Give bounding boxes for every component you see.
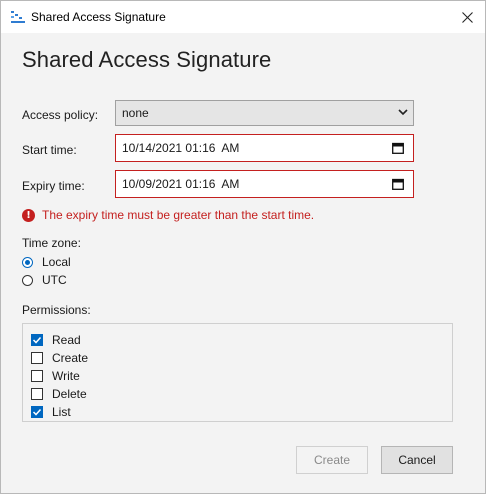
permission-label: Read <box>52 333 81 347</box>
checkmark-icon <box>32 408 42 416</box>
chevron-down-icon <box>398 109 408 116</box>
dialog-window: Shared Access Signature Shared Access Si… <box>0 0 486 494</box>
permission-label: List <box>52 405 71 419</box>
checkbox[interactable] <box>31 370 43 382</box>
window-title: Shared Access Signature <box>31 10 166 24</box>
page-title: Shared Access Signature <box>22 47 272 72</box>
storage-explorer-app-icon <box>11 11 25 23</box>
expiry-time-label: Expiry time: <box>22 179 85 193</box>
checkbox[interactable] <box>31 352 43 364</box>
dialog-content: Shared Access Signature Access policy: n… <box>1 33 485 493</box>
permission-create[interactable]: Create <box>31 351 88 365</box>
permission-delete[interactable]: Delete <box>31 387 87 401</box>
cancel-button[interactable]: Cancel <box>381 446 453 474</box>
radio-button[interactable] <box>22 274 33 286</box>
permission-list[interactable]: List <box>31 405 71 419</box>
permission-label: Delete <box>52 387 87 401</box>
access-policy-value: none <box>122 106 149 120</box>
expiry-time-value: 10/09/2021 01:16 AM <box>122 177 240 191</box>
permission-label: Write <box>52 369 80 383</box>
radio-button[interactable] <box>22 256 33 268</box>
close-icon <box>461 11 473 23</box>
calendar-icon[interactable] <box>392 178 404 190</box>
time-zone-local-radio[interactable]: Local <box>22 255 71 269</box>
permissions-label: Permissions: <box>22 303 91 317</box>
permission-read[interactable]: Read <box>31 333 81 347</box>
create-button[interactable]: Create <box>296 446 368 474</box>
checkbox-checked[interactable] <box>31 334 43 346</box>
title-bar: Shared Access Signature <box>1 1 485 33</box>
expiry-time-input[interactable]: 10/09/2021 01:16 AM <box>115 170 414 198</box>
permission-label: Create <box>52 351 89 365</box>
time-zone-utc-radio[interactable]: UTC <box>22 273 67 287</box>
checkbox-checked[interactable] <box>31 406 43 418</box>
close-button[interactable] <box>449 1 485 33</box>
permissions-group: Read Create Write Delete List <box>22 323 453 422</box>
start-time-label: Start time: <box>22 143 77 157</box>
radio-label-local: Local <box>42 255 71 269</box>
validation-error: ! The expiry time must be greater than t… <box>22 208 314 222</box>
access-policy-select[interactable]: none <box>115 100 414 126</box>
access-policy-label: Access policy: <box>22 108 99 122</box>
error-icon: ! <box>22 208 35 222</box>
radio-label-utc: UTC <box>42 273 67 287</box>
calendar-icon[interactable] <box>392 142 404 154</box>
checkmark-icon <box>32 336 42 344</box>
time-zone-label: Time zone: <box>22 236 81 250</box>
error-message: The expiry time must be greater than the… <box>42 208 315 222</box>
start-time-value: 10/14/2021 01:16 AM <box>122 141 240 155</box>
checkbox[interactable] <box>31 388 43 400</box>
permission-write[interactable]: Write <box>31 369 80 383</box>
start-time-input[interactable]: 10/14/2021 01:16 AM <box>115 134 414 162</box>
